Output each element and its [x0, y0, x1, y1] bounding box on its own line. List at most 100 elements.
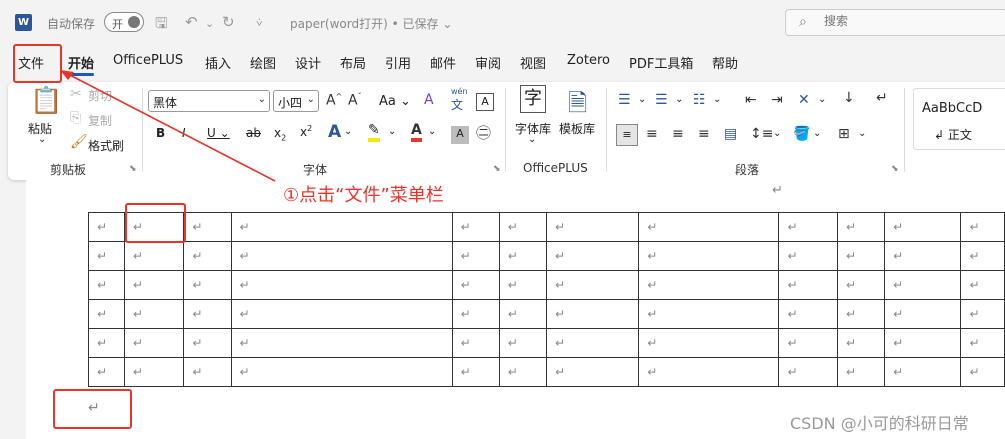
table-cell[interactable]: ↵ [638, 357, 780, 387]
tab-mailings[interactable]: 邮件 [430, 53, 456, 72]
save-icon[interactable]: 🖫 [155, 13, 168, 38]
increase-indent-icon[interactable]: ⇥ [771, 92, 783, 108]
tab-references[interactable]: 引用 [385, 53, 411, 72]
clipboard-launcher-icon[interactable]: ⬊ [129, 164, 137, 174]
table-cell[interactable]: ↵ [498, 241, 547, 271]
table-cell[interactable]: ↵ [884, 241, 962, 271]
chevron-down-icon[interactable]: ⌄ [388, 126, 396, 137]
table-cell[interactable]: ↵ [88, 212, 125, 242]
table-cell[interactable]: ↵ [230, 299, 453, 329]
document-title[interactable]: paper(word打开) • 已保存 ⌄ [290, 15, 452, 32]
distributed-icon[interactable]: ▤ [724, 126, 737, 142]
highlight-icon[interactable]: ✎ [368, 122, 380, 142]
table-cell[interactable]: ↵ [960, 357, 1005, 387]
clear-formatting-icon[interactable]: A [424, 92, 434, 108]
table-cell[interactable]: ↵ [123, 241, 185, 271]
font-launcher-icon[interactable]: ⬊ [493, 164, 501, 174]
chevron-down-icon[interactable]: ⌄ [773, 128, 781, 139]
superscript-icon[interactable]: x2 [300, 124, 312, 139]
chevron-down-icon[interactable]: ⌄ [813, 128, 821, 139]
character-shading-icon[interactable]: A [451, 126, 469, 144]
table-cell[interactable]: ↵ [884, 357, 962, 387]
table-cell[interactable]: ↵ [836, 357, 886, 387]
sort-icon[interactable]: ↓ [843, 90, 855, 106]
table-cell[interactable]: ↵ [545, 357, 640, 387]
customize-toolbar-icon[interactable]: ⩒ [256, 16, 263, 30]
table-cell[interactable]: ↵ [778, 328, 838, 358]
align-right-icon[interactable]: ≡ [672, 126, 684, 142]
table-cell[interactable]: ↵ [230, 270, 453, 300]
font-size-select[interactable]: 小四 ⌄ [273, 90, 319, 112]
tab-officeplus[interactable]: OfficePLUS [113, 53, 183, 68]
bullets-icon[interactable]: ☰ [618, 92, 631, 108]
table-cell[interactable]: ↵ [884, 328, 962, 358]
tab-design[interactable]: 设计 [295, 53, 321, 72]
table-cell[interactable]: ↵ [183, 299, 232, 329]
table-cell[interactable]: ↵ [451, 299, 500, 329]
table-cell[interactable]: ↵ [638, 328, 780, 358]
copy-button[interactable]: 复制 [88, 112, 112, 129]
strikethrough-icon[interactable]: ab [246, 126, 261, 140]
character-border-icon[interactable]: A [476, 93, 494, 111]
shading-icon[interactable]: 🪣 [793, 126, 810, 142]
paste-dropdown-icon[interactable]: ⌄ [38, 134, 46, 145]
table-cell[interactable]: ↵ [778, 212, 838, 242]
table-cell[interactable]: ↵ [230, 328, 453, 358]
align-left-icon[interactable]: ≡ [616, 124, 638, 146]
table-cell[interactable]: ↵ [451, 328, 500, 358]
tab-help[interactable]: 帮助 [712, 53, 738, 72]
search-input[interactable] [824, 14, 984, 28]
bold-icon[interactable]: B [156, 126, 165, 140]
table-cell[interactable]: ↵ [183, 241, 232, 271]
justify-icon[interactable]: ≡ [698, 126, 710, 142]
template-library-button[interactable]: 模板库 [559, 120, 595, 137]
table-cell[interactable]: ↵ [836, 212, 886, 242]
table-cell[interactable]: ↵ [778, 270, 838, 300]
align-center-icon[interactable]: ≡ [646, 126, 658, 142]
tab-view[interactable]: 视图 [520, 53, 546, 72]
underline-icon[interactable]: U ⌄ [207, 126, 230, 140]
table-cell[interactable]: ↵ [960, 328, 1005, 358]
text-effects-icon[interactable]: A [328, 122, 341, 142]
tab-layout[interactable]: 布局 [340, 53, 366, 72]
search-box[interactable]: ⌕ [785, 9, 1005, 36]
table-cell[interactable]: ↵ [836, 328, 886, 358]
table-cell[interactable]: ↵ [638, 299, 780, 329]
chevron-down-icon[interactable]: ⌄ [818, 94, 826, 105]
table-cell[interactable]: ↵ [545, 241, 640, 271]
table-cell[interactable]: ↵ [884, 299, 962, 329]
table-cell[interactable]: ↵ [960, 270, 1005, 300]
numbering-icon[interactable]: ☰ [655, 92, 668, 108]
table-cell[interactable]: ↵ [230, 357, 453, 387]
copy-icon[interactable]: ⎘ [70, 110, 81, 126]
paragraph-launcher-icon[interactable]: ⬊ [891, 164, 899, 174]
table-cell[interactable]: ↵ [183, 212, 232, 242]
multilevel-list-icon[interactable]: ☷ [693, 92, 706, 108]
table-cell[interactable]: ↵ [836, 299, 886, 329]
font-color-icon[interactable]: A [411, 122, 422, 142]
table-cell[interactable]: ↵ [545, 328, 640, 358]
table-cell[interactable]: ↵ [230, 212, 453, 242]
table-cell[interactable]: ↵ [960, 299, 1005, 329]
chinese-layout-icon[interactable]: ✕ [798, 92, 810, 108]
table-cell[interactable]: ↵ [123, 357, 185, 387]
table-cell[interactable]: ↵ [498, 212, 547, 242]
italic-icon[interactable]: I [182, 126, 186, 140]
table-cell[interactable]: ↵ [451, 357, 500, 387]
borders-icon[interactable]: ⊞ [838, 126, 850, 142]
grow-font-icon[interactable]: A^ [326, 92, 342, 109]
table-cell[interactable]: ↵ [778, 299, 838, 329]
change-case-button[interactable]: Aa ⌄ [379, 94, 411, 109]
table-cell[interactable]: ↵ [451, 270, 500, 300]
undo-icon[interactable]: ↶ [185, 13, 198, 31]
line-spacing-icon[interactable]: ↕≡ [750, 126, 773, 142]
table-cell[interactable]: ↵ [230, 241, 453, 271]
chevron-down-icon[interactable]: ⌄ [528, 134, 536, 145]
chevron-down-icon[interactable]: ⌄ [713, 94, 721, 105]
table-cell[interactable]: ↵ [123, 328, 185, 358]
table-cell[interactable]: ↵ [960, 241, 1005, 271]
table-cell[interactable]: ↵ [183, 357, 232, 387]
table-cell[interactable]: ↵ [778, 357, 838, 387]
paste-icon[interactable]: 📋 [30, 86, 62, 116]
table-cell[interactable]: ↵ [88, 299, 125, 329]
